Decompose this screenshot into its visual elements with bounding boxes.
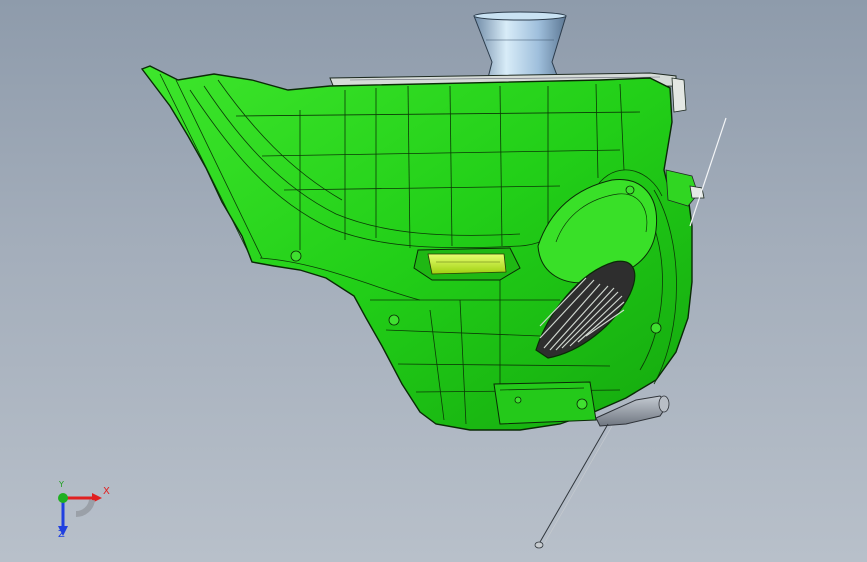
axis-y-label: Y bbox=[59, 480, 64, 489]
side-bracket[interactable] bbox=[665, 77, 705, 207]
axis-z-label: Z bbox=[58, 529, 65, 540]
coordinate-triad: X Y Z bbox=[48, 478, 118, 548]
handle-insert[interactable] bbox=[413, 247, 521, 281]
duct-nozzle[interactable] bbox=[473, 11, 567, 79]
graphics-viewport[interactable]: X Y Z bbox=[0, 0, 867, 562]
lower-pocket[interactable] bbox=[493, 381, 597, 425]
axis-x-label: X bbox=[103, 486, 110, 497]
cad-model-view[interactable] bbox=[0, 0, 867, 562]
